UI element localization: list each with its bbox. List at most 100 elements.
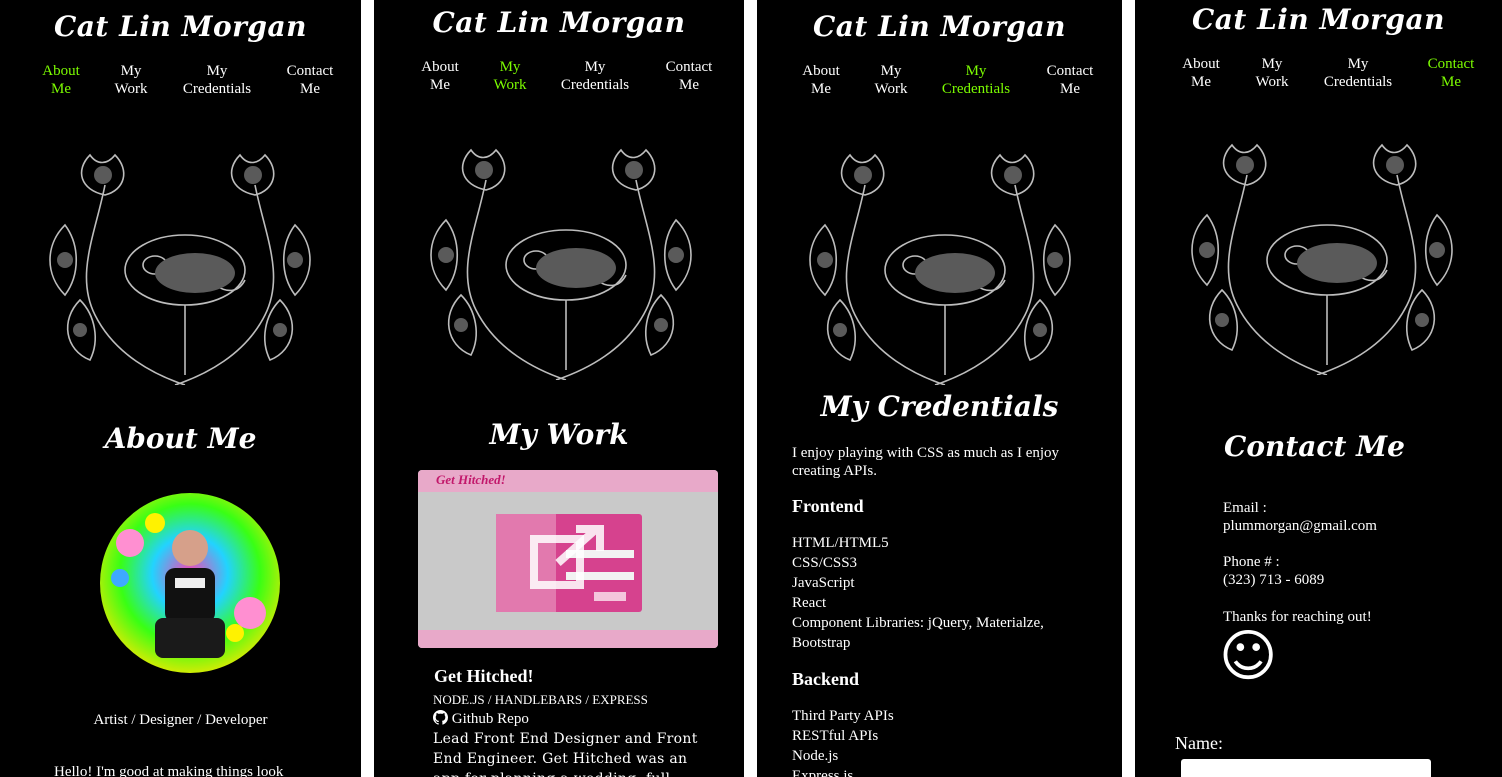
site-title[interactable]: Cat Lin Morgan: [1135, 3, 1502, 36]
nav-work[interactable]: My Work: [860, 62, 922, 98]
smiley-icon: ☺: [1219, 624, 1278, 689]
nav-credentials-line2: Credentials: [941, 81, 1011, 97]
nav-contact-line1: Contact: [1046, 63, 1094, 79]
backend-list: Third Party APIs RESTful APIs Node.js Ex…: [792, 706, 894, 777]
nav-work[interactable]: My Work: [479, 58, 541, 94]
nav-credentials-line1: My: [965, 63, 987, 79]
list-item: RESTful APIs: [792, 728, 879, 744]
thumb-footer: [418, 630, 718, 648]
nav-work-line2: Work: [874, 81, 908, 97]
panel-about: Cat Lin Morgan About Me My Work My Crede…: [0, 0, 361, 777]
floral-skull-illustration-icon: [49, 154, 311, 385]
thumb-title: Get Hitched!: [436, 472, 506, 487]
about-heading: About Me: [104, 422, 257, 455]
thumb-header: Get Hitched!: [418, 470, 718, 492]
nav-contact[interactable]: Contact Me: [654, 58, 724, 94]
nav-about[interactable]: About Me: [30, 62, 92, 98]
nav-credentials[interactable]: My Credentials: [931, 62, 1021, 98]
nav-about-line1: About: [1182, 56, 1220, 72]
frontend-list: HTML/HTML5 CSS/CSS3 JavaScript React Com…: [792, 533, 1044, 653]
nav-about[interactable]: About Me: [1171, 55, 1231, 91]
backend-heading: Backend: [792, 669, 860, 689]
nav-credentials-line1: My: [206, 63, 228, 79]
nav-work-line1: My: [1261, 56, 1283, 72]
github-icon: [433, 710, 449, 725]
work-heading: My Work: [489, 418, 629, 451]
avatar: [100, 493, 280, 673]
nav-credentials-line2: Credentials: [182, 81, 252, 97]
nav-contact-line2: Me: [679, 77, 699, 93]
floral-skull-illustration-icon: [1191, 144, 1453, 375]
nav-credentials-line1: My: [584, 59, 606, 75]
phone-label: Phone # :: [1223, 554, 1280, 570]
list-item: Third Party APIs: [792, 708, 894, 724]
nav-contact-line1: Contact: [1427, 56, 1475, 72]
list-item: Bootstrap: [792, 635, 851, 651]
email-value[interactable]: plummorgan@gmail.com: [1223, 517, 1377, 535]
nav-contact-line2: Me: [1060, 81, 1080, 97]
credentials-intro: I enjoy playing with CSS as much as I en…: [792, 444, 1059, 480]
email-label: Email :: [1223, 500, 1267, 516]
nav-credentials-line1: My: [1347, 56, 1369, 72]
site-title[interactable]: Cat Lin Morgan: [0, 10, 361, 43]
project-description-line1: Lead Front End Designer and Front: [433, 731, 698, 747]
nav-work-line1: My: [120, 63, 142, 79]
list-item: Express.js: [792, 768, 854, 777]
nav-work-line1: My: [499, 59, 521, 75]
name-input[interactable]: [1181, 759, 1431, 777]
nav-contact[interactable]: Contact Me: [275, 62, 345, 98]
project-description: Lead Front End Designer and Front End En…: [433, 729, 698, 777]
nav-contact-line2: Me: [300, 81, 320, 97]
contact-heading: Contact Me: [1224, 430, 1405, 463]
github-repo-label: Github Repo: [451, 711, 529, 727]
project-stack: NODE.JS / HANDLEBARS / EXPRESS: [433, 692, 648, 707]
nav-about[interactable]: About Me: [410, 58, 470, 94]
project-description-line3: app for planning a wedding, full: [433, 769, 698, 777]
github-repo-link[interactable]: Github Repo: [433, 709, 529, 729]
phone-block: Phone # : (323) 713 - 6089: [1223, 553, 1324, 589]
name-label: Name:: [1175, 733, 1223, 753]
list-item: CSS/CSS3: [792, 555, 858, 571]
nav-work-line1: My: [880, 63, 902, 79]
floral-skull-illustration-icon: [809, 154, 1071, 385]
site-title[interactable]: Cat Lin Morgan: [757, 10, 1122, 43]
credentials-intro-line1: I enjoy playing with CSS as much as I en…: [792, 445, 1060, 461]
nav-about-line1: About: [421, 59, 459, 75]
site-title[interactable]: Cat Lin Morgan: [374, 6, 744, 39]
panel-credentials: Cat Lin Morgan About Me My Work My Crede…: [757, 0, 1122, 777]
list-item: HTML/HTML5: [792, 535, 889, 551]
list-item: Component Libraries: jQuery, Materialze,: [792, 615, 1044, 631]
nav-credentials[interactable]: My Credentials: [172, 62, 262, 98]
nav-work-line2: Work: [493, 77, 527, 93]
project-title: Get Hitched!: [434, 666, 534, 686]
credentials-intro-line2: creating APIs.: [792, 463, 877, 479]
floral-skull-illustration-icon: [430, 149, 692, 380]
nav-contact-line1: Contact: [665, 59, 713, 75]
nav-work[interactable]: My Work: [1241, 55, 1303, 91]
nav-about-line2: Me: [811, 81, 831, 97]
nav-work[interactable]: My Work: [100, 62, 162, 98]
panel-contact: Cat Lin Morgan About Me My Work My Crede…: [1135, 0, 1502, 777]
nav-about[interactable]: About Me: [791, 62, 851, 98]
project-thumbnail[interactable]: Get Hitched!: [418, 470, 718, 648]
email-block: Email : plummorgan@gmail.com: [1223, 499, 1377, 535]
frontend-heading: Frontend: [792, 496, 864, 516]
nav-credentials-line2: Credentials: [560, 77, 630, 93]
phone-value[interactable]: (323) 713 - 6089: [1223, 571, 1324, 589]
nav-credentials[interactable]: My Credentials: [550, 58, 640, 94]
nav-about-line1: About: [42, 63, 80, 79]
nav-work-line2: Work: [1255, 74, 1289, 90]
about-intro: Hello! I'm good at making things look: [54, 764, 284, 777]
project-description-line2: End Engineer. Get Hitched was an: [433, 751, 688, 767]
nav-contact-line1: Contact: [286, 63, 334, 79]
nav-about-line1: About: [802, 63, 840, 79]
list-item: JavaScript: [792, 575, 855, 591]
nav-work-line2: Work: [114, 81, 148, 97]
nav-about-line2: Me: [1191, 74, 1211, 90]
nav-contact[interactable]: Contact Me: [1035, 62, 1105, 98]
nav-credentials[interactable]: My Credentials: [1313, 55, 1403, 91]
nav-contact[interactable]: Contact Me: [1416, 55, 1486, 91]
panel-work: Cat Lin Morgan About Me My Work My Crede…: [374, 0, 744, 777]
external-link-icon: [530, 525, 604, 589]
about-tagline: Artist / Designer / Developer: [93, 712, 268, 728]
